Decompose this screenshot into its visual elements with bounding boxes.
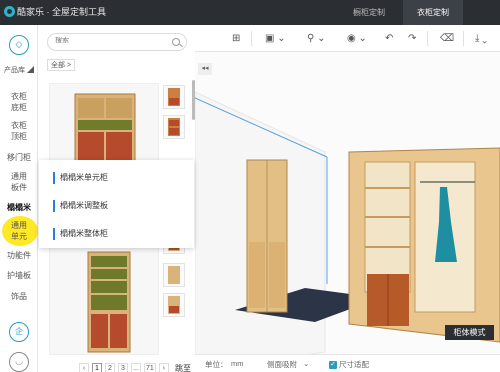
category-rail: ◇ 产品库 ◢ 衣柜 底柜 衣柜 顶柜 移门柜 通用 板件 榻榻米 通用 单元 功能件 … [0,25,38,372]
tatami-submenu: 榻榻米单元柜 榻榻米调整板 榻榻米整体柜 [39,160,194,248]
download-icon[interactable]: ⤓ ⌄ [475,32,487,45]
variant-image [168,296,180,314]
scene-3d [195,91,500,372]
unit-label: 单位： [205,360,228,369]
side-snap-label[interactable]: 侧面吸附 [267,359,297,370]
logo-icon [4,6,15,17]
app-title: 酷家乐 · 全屋定制工具 [17,7,106,17]
search-input[interactable] [55,37,170,44]
title-bar: 酷家乐 · 全屋定制工具 橱柜定制 衣柜定制 [0,0,500,25]
breadcrumb[interactable]: 全部 > [47,59,76,71]
page-ellipsis: ... [131,362,141,372]
variant-image [168,88,180,106]
rail-item-sliding-door[interactable]: 移门柜 [0,152,38,163]
menu-item-tatami-whole[interactable]: 榻榻米整体柜 [53,228,108,240]
checkbox-icon[interactable]: ✓ [329,361,337,370]
menu-item-tatami-unit[interactable]: 榻榻米单元柜 [53,172,108,184]
viewport-toolbar: ⊞ ▣ ⌄ ⚲ ⌄ ◉ ⌄ ↶ ↷ ⌫ ⤓ ⌄ [195,25,500,52]
rail-item-functional[interactable]: 功能件 [0,250,38,261]
undo-icon[interactable]: ↶ [385,32,393,45]
collapse-panel-button[interactable]: ◂◂ [198,63,212,75]
page-1[interactable]: 1 [92,362,102,372]
cabinet-thumbnail-image [87,251,131,353]
jump-to-label[interactable]: 跳至 [175,363,191,372]
menu-item-tatami-adjust-board[interactable]: 榻榻米调整板 [53,200,108,212]
layout-icon[interactable]: ⊞ [232,32,240,45]
chevron-down-icon[interactable]: ⌄ [303,359,309,368]
product-library-label[interactable]: 产品库 ◢ [0,65,38,75]
size-fit-label: 尺寸适配 [339,360,369,369]
tab-wardrobe[interactable]: 衣柜定制 [403,0,463,25]
view-icon[interactable]: ▣ ⌄ [265,32,286,45]
cube-icon[interactable]: ◇ [9,35,29,55]
rail-item-wardrobe-top[interactable]: 衣柜 顶柜 [0,120,38,142]
eye-icon[interactable]: ◉ ⌄ [347,32,367,45]
status-bar: 单位： mm 侧面吸附 ⌄ ✓ 尺寸适配 [195,354,500,372]
variant-thumbnail[interactable] [163,263,185,287]
rail-item-tatami[interactable]: 榻榻米 [0,202,38,213]
page-3[interactable]: 3 [118,362,128,372]
page-71[interactable]: 71 [144,362,156,372]
search-icon[interactable] [172,38,180,46]
app-logo: 酷家乐 · 全屋定制工具 [4,5,106,18]
product-thumbnail[interactable] [49,247,159,355]
page-prev[interactable]: ‹ [79,362,89,372]
user-icon[interactable]: ◡ [9,352,29,372]
design-viewport[interactable]: ⊞ ▣ ⌄ ⚲ ⌄ ◉ ⌄ ↶ ↷ ⌫ ⤓ ⌄ ◂◂ [195,25,500,372]
unit-value[interactable]: mm [231,359,244,368]
tool-icon[interactable]: ⚲ ⌄ [307,32,325,45]
divider [463,31,464,46]
cabinet-mode-button[interactable]: 柜体模式 [445,325,494,340]
enterprise-icon[interactable]: 企 [9,322,29,342]
size-fit-toggle[interactable]: ✓ 尺寸适配 [329,359,369,370]
divider [427,31,428,46]
divider [251,31,252,46]
search-box[interactable] [47,33,187,51]
rail-item-wall-panel[interactable]: 护墙板 [0,270,38,281]
variant-thumbnail[interactable] [163,293,185,317]
variant-image [168,118,180,136]
rail-item-generic-board[interactable]: 通用 板件 [0,171,38,193]
variant-image [168,266,180,284]
redo-icon[interactable]: ↷ [408,32,416,45]
page-2[interactable]: 2 [105,362,115,372]
pagination: ‹ 1 2 3 ... 71 › [79,362,169,372]
rail-item-generic-unit[interactable]: 通用 单元 [0,220,38,242]
tab-cabinet[interactable]: 橱柜定制 [335,0,403,25]
variant-thumbnail[interactable] [163,115,185,139]
eraser-icon[interactable]: ⌫ [440,32,454,45]
page-next[interactable]: › [158,362,169,372]
rail-item-decor[interactable]: 饰品 [0,291,38,302]
variant-thumbnail[interactable] [163,85,185,109]
rail-item-wardrobe-base[interactable]: 衣柜 底柜 [0,91,38,113]
